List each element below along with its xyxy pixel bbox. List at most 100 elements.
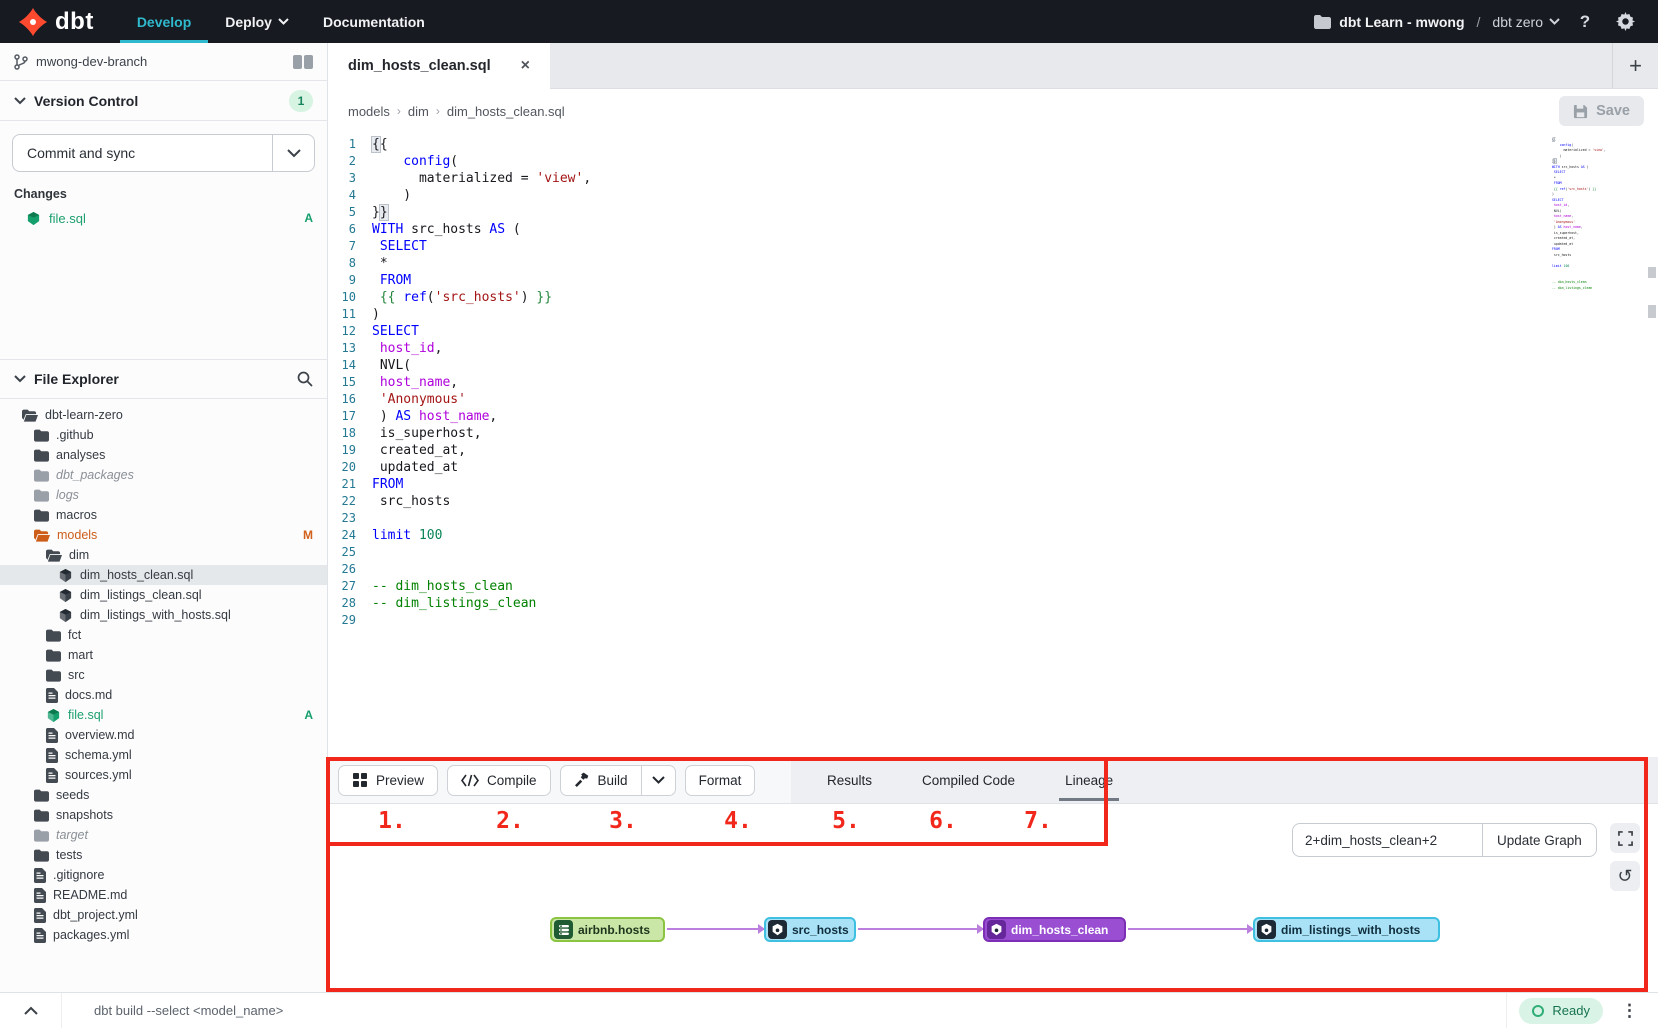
fullscreen-icon[interactable] bbox=[1610, 823, 1640, 853]
tree-item-fct[interactable]: fct bbox=[0, 625, 327, 645]
line-number: 18 bbox=[328, 425, 372, 442]
tree-item-src[interactable]: src bbox=[0, 665, 327, 685]
reset-view-icon[interactable]: ↺ bbox=[1610, 861, 1640, 891]
tree-item-schema-yml[interactable]: schema.yml bbox=[0, 745, 327, 765]
tree-item-label: docs.md bbox=[65, 688, 112, 702]
button-label: Build bbox=[598, 773, 628, 788]
tree-item-overview-md[interactable]: overview.md bbox=[0, 725, 327, 745]
code-lines[interactable]: 1{{2 config(3 materialized = 'view',4 )5… bbox=[328, 136, 1538, 629]
tree-item-dbt-packages[interactable]: dbt_packages bbox=[0, 465, 327, 485]
folder-icon bbox=[34, 789, 49, 802]
version-control-header[interactable]: Version Control 1 bbox=[0, 81, 327, 121]
tree-item-tests[interactable]: tests bbox=[0, 845, 327, 865]
grid-icon bbox=[352, 772, 368, 788]
tree-item-dim-listings-with-hosts-sql[interactable]: dim_listings_with_hosts.sql bbox=[0, 605, 327, 625]
tab-dim-hosts-clean[interactable]: dim_hosts_clean.sql × bbox=[328, 43, 550, 89]
line-number: 27 bbox=[328, 578, 372, 595]
lineage-node-dim-hosts-clean[interactable]: dim_hosts_clean bbox=[983, 917, 1126, 942]
tree-item-docs-md[interactable]: docs.md bbox=[0, 685, 327, 705]
gear-icon[interactable] bbox=[1610, 7, 1640, 37]
git-status-badge: A bbox=[304, 211, 313, 225]
chevron-up-icon[interactable] bbox=[0, 993, 62, 1028]
tree-item-file-sql[interactable]: file.sqlA bbox=[0, 705, 327, 725]
source-icon bbox=[554, 920, 573, 939]
folder-icon bbox=[46, 669, 61, 682]
tree-item-dbt-learn-zero[interactable]: dbt-learn-zero bbox=[0, 405, 327, 425]
tree-item-models[interactable]: modelsM bbox=[0, 525, 327, 545]
line-number: 1 bbox=[328, 136, 372, 153]
lineage-node-dim-listings-with-hosts[interactable]: dim_listings_with_hosts bbox=[1253, 917, 1440, 942]
project-selector[interactable]: dbt Learn - mwong bbox=[1314, 14, 1464, 30]
tree-item-readme-md[interactable]: README.md bbox=[0, 885, 327, 905]
preview-button[interactable]: Preview bbox=[338, 765, 438, 796]
dbt-logo[interactable]: dbt bbox=[0, 0, 120, 43]
save-button-label: Save bbox=[1596, 103, 1630, 119]
line-number: 3 bbox=[328, 170, 372, 187]
tree-item-analyses[interactable]: analyses bbox=[0, 445, 327, 465]
close-icon[interactable]: × bbox=[517, 57, 534, 75]
node-label: dim_listings_with_hosts bbox=[1281, 923, 1420, 937]
environment-name: dbt zero bbox=[1492, 14, 1543, 30]
tree-item-snapshots[interactable]: snapshots bbox=[0, 805, 327, 825]
help-icon[interactable]: ? bbox=[1570, 7, 1600, 37]
editor-scrollbar[interactable] bbox=[1648, 133, 1657, 757]
tree-item-target[interactable]: target bbox=[0, 825, 327, 845]
git-branch-icon bbox=[14, 54, 28, 70]
line-number: 24 bbox=[328, 527, 372, 544]
build-options-chevron[interactable] bbox=[642, 765, 676, 796]
lineage-node-airbnb-hosts[interactable]: airbnb.hosts bbox=[550, 917, 665, 942]
editor-tab-bar: dim_hosts_clean.sql × + bbox=[328, 43, 1658, 89]
tree-item-dim[interactable]: dim bbox=[0, 545, 327, 565]
model-icon bbox=[58, 608, 73, 623]
commit-and-sync-button[interactable]: Commit and sync bbox=[12, 134, 315, 172]
file-explorer-header[interactable]: File Explorer bbox=[0, 359, 327, 399]
bottom-toolbar: Preview Compile Build Format Results Compile… bbox=[328, 757, 1658, 803]
save-button[interactable]: Save bbox=[1559, 96, 1644, 126]
new-tab-button[interactable]: + bbox=[1612, 43, 1658, 88]
lineage-node-src-hosts[interactable]: src_hosts bbox=[764, 917, 856, 942]
tree-item-macros[interactable]: macros bbox=[0, 505, 327, 525]
tree-item-sources-yml[interactable]: sources.yml bbox=[0, 765, 327, 785]
chevron-down-icon bbox=[14, 375, 26, 383]
panel-tab-results[interactable]: Results bbox=[825, 767, 874, 794]
status-area: Ready ⋮ bbox=[1506, 993, 1658, 1028]
changes-count-badge: 1 bbox=[289, 90, 313, 112]
nav-item-develop[interactable]: Develop bbox=[120, 0, 208, 43]
breadcrumb-item[interactable]: models bbox=[348, 104, 390, 119]
commit-options-chevron[interactable] bbox=[272, 135, 314, 171]
nav-item-deploy[interactable]: Deploy bbox=[208, 0, 306, 43]
tree-item-dim-listings-clean-sql[interactable]: dim_listings_clean.sql bbox=[0, 585, 327, 605]
nav-item-documentation[interactable]: Documentation bbox=[306, 0, 442, 43]
sidebar-spacer bbox=[0, 229, 327, 359]
tree-item--github[interactable]: .github bbox=[0, 425, 327, 445]
line-number: 2 bbox=[328, 153, 372, 170]
search-icon[interactable] bbox=[297, 371, 313, 387]
tree-item-seeds[interactable]: seeds bbox=[0, 785, 327, 805]
lineage-selector-input[interactable] bbox=[1292, 823, 1482, 857]
code-editor[interactable]: 1{{2 config(3 materialized = 'view',4 )5… bbox=[328, 133, 1658, 757]
build-button[interactable]: Build bbox=[560, 765, 642, 796]
update-graph-button[interactable]: Update Graph bbox=[1482, 823, 1597, 857]
tree-item-mart[interactable]: mart bbox=[0, 645, 327, 665]
tree-item-dbt-project-yml[interactable]: dbt_project.yml bbox=[0, 905, 327, 925]
format-button[interactable]: Format bbox=[685, 765, 756, 796]
tree-item-packages-yml[interactable]: packages.yml bbox=[0, 925, 327, 945]
line-number: 22 bbox=[328, 493, 372, 510]
branch-row: mwong-dev-branch bbox=[0, 43, 327, 81]
changed-file-row[interactable]: file.sql A bbox=[0, 207, 327, 229]
breadcrumb-item[interactable]: dim bbox=[408, 104, 429, 119]
editor-minimap[interactable]: {{ config( materialized = 'view', )}}WIT… bbox=[1552, 137, 1642, 297]
breadcrumb-item[interactable]: dim_hosts_clean.sql bbox=[447, 104, 565, 119]
compile-button[interactable]: Compile bbox=[447, 765, 551, 796]
tree-item-dim-hosts-clean-sql[interactable]: dim_hosts_clean.sql bbox=[0, 565, 327, 585]
command-input[interactable] bbox=[62, 1003, 1506, 1018]
changed-file-name: file.sql bbox=[49, 211, 86, 226]
tree-item-label: src bbox=[68, 668, 85, 682]
environment-selector[interactable]: dbt zero bbox=[1492, 14, 1560, 30]
split-view-icon[interactable] bbox=[293, 55, 313, 69]
panel-tab-lineage[interactable]: Lineage bbox=[1063, 767, 1115, 794]
tree-item--gitignore[interactable]: .gitignore bbox=[0, 865, 327, 885]
panel-tab-compiled-code[interactable]: Compiled Code bbox=[920, 767, 1017, 794]
tree-item-logs[interactable]: logs bbox=[0, 485, 327, 505]
kebab-menu-icon[interactable]: ⋮ bbox=[1617, 1001, 1642, 1021]
